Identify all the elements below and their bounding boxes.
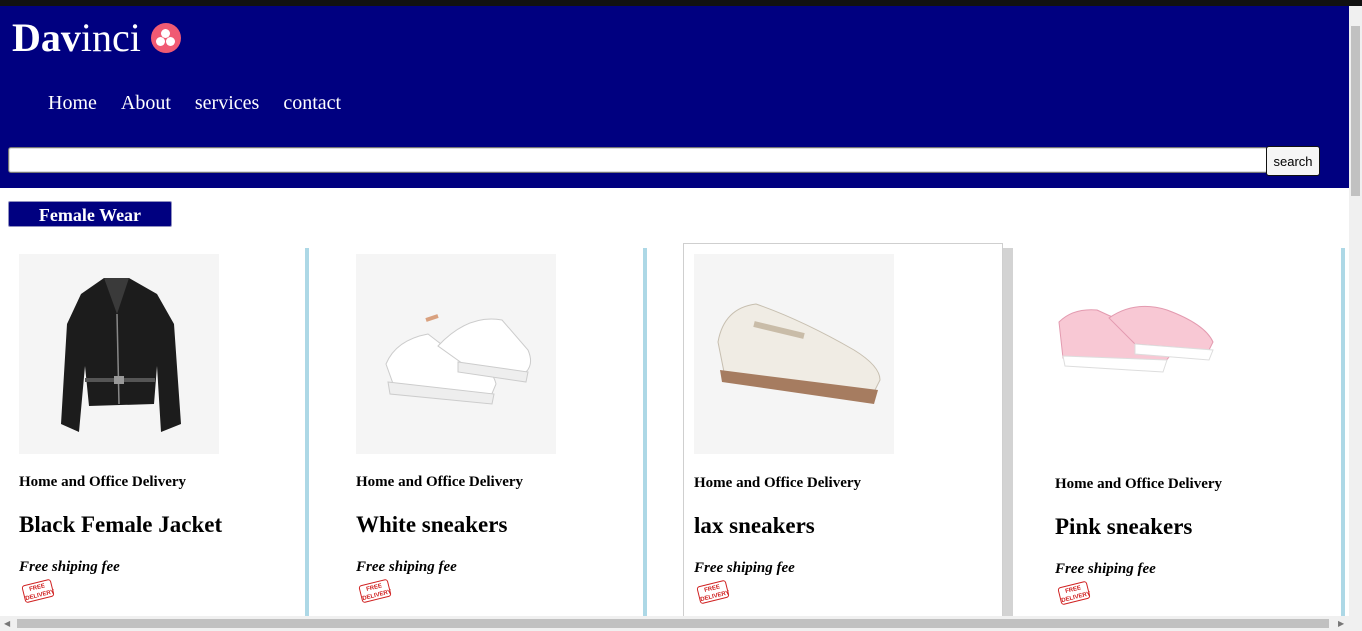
brand-logo[interactable]: Davinci bbox=[12, 16, 181, 60]
free-delivery-stamp-icon: FREE DELIVERY bbox=[21, 578, 55, 604]
product-name[interactable]: lax sneakers bbox=[694, 513, 815, 539]
brand-name-thin: inci bbox=[80, 15, 141, 60]
horizontal-scroll-thumb[interactable] bbox=[17, 619, 1329, 628]
scrollbar-corner bbox=[1349, 616, 1362, 631]
card-divider bbox=[305, 248, 309, 616]
brand-name-bold: Dav bbox=[12, 15, 81, 60]
main-nav: Home About services contact bbox=[48, 92, 341, 115]
clover-badge-icon bbox=[150, 23, 181, 53]
product-shipping-text: Free shiping fee bbox=[694, 560, 795, 576]
product-card[interactable]: Home and Office Delivery Black Female Ja… bbox=[19, 248, 304, 616]
product-image[interactable] bbox=[694, 254, 894, 454]
card-divider bbox=[1341, 248, 1345, 616]
card-divider bbox=[643, 248, 647, 616]
product-delivery-text: Home and Office Delivery bbox=[1055, 476, 1223, 492]
product-image[interactable] bbox=[1055, 254, 1255, 454]
jacket-image-icon bbox=[61, 278, 181, 432]
vertical-scroll-thumb[interactable] bbox=[1351, 26, 1360, 196]
product-image[interactable] bbox=[19, 254, 219, 454]
nav-services[interactable]: services bbox=[195, 92, 259, 115]
sneaker-image-icon bbox=[717, 303, 881, 404]
sneaker-image-icon bbox=[1058, 305, 1214, 373]
product-card[interactable]: Home and Office Delivery lax sneakers Fr… bbox=[683, 243, 1003, 623]
search-input[interactable] bbox=[8, 147, 1268, 173]
product-name[interactable]: Pink sneakers bbox=[1055, 514, 1192, 540]
product-shipping-text: Free shiping fee bbox=[356, 559, 457, 575]
nav-about[interactable]: About bbox=[121, 92, 171, 115]
product-name[interactable]: White sneakers bbox=[356, 512, 507, 538]
search-button[interactable]: search bbox=[1266, 146, 1320, 176]
product-delivery-text: Home and Office Delivery bbox=[19, 474, 187, 490]
scroll-left-icon[interactable]: ◀ bbox=[4, 619, 10, 628]
product-shipping-text: Free shiping fee bbox=[19, 559, 120, 575]
scroll-right-icon[interactable]: ▶ bbox=[1338, 619, 1344, 628]
category-label[interactable]: Female Wear bbox=[8, 201, 172, 227]
brand-name: Davinci bbox=[12, 18, 141, 58]
product-delivery-text: Home and Office Delivery bbox=[356, 474, 524, 490]
sneaker-image-icon bbox=[385, 314, 532, 405]
product-card[interactable]: Home and Office Delivery Pink sneakers F… bbox=[1055, 248, 1340, 616]
card-hover-shadow bbox=[1003, 248, 1013, 616]
nav-contact[interactable]: contact bbox=[283, 92, 341, 115]
product-image[interactable] bbox=[356, 254, 556, 454]
nav-home[interactable]: Home bbox=[48, 92, 97, 115]
vertical-scrollbar[interactable] bbox=[1349, 6, 1362, 616]
product-name[interactable]: Black Female Jacket bbox=[19, 512, 222, 538]
product-shipping-text: Free shiping fee bbox=[1055, 561, 1156, 577]
product-delivery-text: Home and Office Delivery bbox=[694, 475, 862, 491]
free-delivery-stamp-icon: FREE DELIVERY bbox=[358, 578, 392, 604]
free-delivery-stamp-icon: FREE DELIVERY bbox=[696, 579, 730, 605]
horizontal-scrollbar[interactable]: ◀ ▶ bbox=[0, 616, 1349, 631]
product-card[interactable]: Home and Office Delivery White sneakers … bbox=[356, 248, 641, 616]
free-delivery-stamp-icon: FREE DELIVERY bbox=[1057, 580, 1091, 606]
